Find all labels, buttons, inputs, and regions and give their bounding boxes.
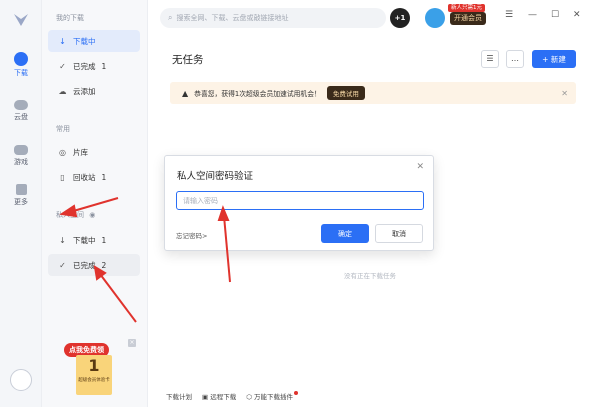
- sidebar-item-completed[interactable]: ✓ 已完成 1: [48, 55, 140, 77]
- search-icon: ⌕: [168, 13, 173, 22]
- section-my-downloads: 我的下载: [56, 14, 84, 22]
- promo-banner: ▲ 恭喜您，获得1次超级会员加速试用机会！ 免费试用 ✕: [170, 82, 576, 104]
- remote-download-link[interactable]: ▣ 远程下载: [202, 391, 236, 401]
- gamepad-icon: [14, 145, 28, 155]
- switch-mode-button[interactable]: [10, 369, 32, 391]
- empty-state-text: 没有正在下载任务: [344, 272, 396, 280]
- sidebar-item-label: 回收站: [73, 172, 96, 182]
- sidebar-item-private-downloading[interactable]: ↓ 下载中 1: [48, 229, 140, 251]
- confirm-button[interactable]: 确定: [321, 224, 369, 243]
- avatar[interactable]: [425, 8, 445, 28]
- more-button[interactable]: …: [506, 50, 524, 68]
- notification-dot: [293, 391, 298, 395]
- rail-item-label: 下载: [14, 69, 28, 77]
- password-dialog: 私人空间密码验证 ✕ 忘记密码> 确定 取消: [164, 155, 434, 251]
- new-task-button[interactable]: + 新建: [532, 50, 576, 68]
- download-plan-link[interactable]: 下载计划: [166, 391, 192, 401]
- search-bar[interactable]: ⌕ 搜索全网、下载、云盘或敲链接地址: [160, 8, 386, 28]
- section-private: 私人空间 ◉: [56, 210, 95, 220]
- download-icon: [14, 52, 28, 66]
- plus-one-badge[interactable]: +1: [390, 8, 410, 28]
- sidebar-item-recycle[interactable]: ▯ 回收站 1: [48, 166, 140, 188]
- sidebar-item-label: 片库: [73, 147, 88, 157]
- promo-number: 1: [88, 356, 100, 375]
- sidebar: 我的下载 ↓ 下载中 ✓ 已完成 1 ☁ 云添加 常用 ◎ 片库 ▯ 回收站 1…: [42, 0, 148, 407]
- sidebar-item-label: 已完成: [73, 260, 96, 270]
- close-icon[interactable]: ×: [128, 339, 136, 347]
- section-private-label: 私人空间: [56, 211, 84, 219]
- promo-unit: 超级会员体验卡: [78, 378, 110, 383]
- app-logo-icon: [14, 14, 28, 26]
- rocket-icon: ▲: [182, 88, 189, 98]
- close-icon[interactable]: ✕: [573, 10, 581, 20]
- free-trial-button[interactable]: 免费试用: [326, 86, 365, 100]
- cancel-button[interactable]: 取消: [375, 224, 423, 243]
- count-badge: 1: [101, 235, 107, 245]
- minimize-icon[interactable]: —: [528, 10, 537, 20]
- sidebar-item-label: 云添加: [73, 86, 96, 96]
- sort-button[interactable]: ☰: [481, 50, 499, 68]
- page-title: 无任务: [172, 54, 204, 66]
- plugin-label: 万能下载插件: [253, 393, 293, 401]
- remote-icon: ▣: [202, 393, 211, 401]
- maximize-icon[interactable]: ☐: [551, 10, 559, 20]
- trash-icon: ▯: [60, 172, 65, 182]
- vip-promo-tag: 新人只需1元: [448, 4, 485, 12]
- rail-item-cloud[interactable]: 云盘: [0, 98, 42, 122]
- promo-widget[interactable]: × 点我免费领 1 超级会员体验卡: [62, 337, 136, 399]
- count-badge: 2: [101, 260, 107, 270]
- search-placeholder: 搜索全网、下载、云盘或敲链接地址: [176, 14, 289, 22]
- sidebar-item-downloading[interactable]: ↓ 下载中: [48, 30, 140, 52]
- banner-text: 恭喜您，获得1次超级会员加速试用机会！: [194, 90, 321, 98]
- forgot-password-link[interactable]: 忘记密码>: [176, 230, 207, 240]
- sidebar-item-library[interactable]: ◎ 片库: [48, 141, 140, 163]
- cloud-upload-icon: ☁: [58, 86, 67, 96]
- check-circle-icon: ✓: [59, 61, 66, 71]
- rail-item-label: 云盘: [14, 113, 28, 121]
- cloud-icon: [14, 100, 28, 110]
- lock-check-icon: ✓: [59, 260, 66, 270]
- left-rail: 下载 云盘 游戏 更多: [0, 0, 42, 407]
- sidebar-item-label: 已完成: [73, 61, 96, 71]
- rail-item-game[interactable]: 游戏: [0, 143, 42, 167]
- count-badge: 1: [101, 61, 107, 71]
- film-icon: ◎: [59, 147, 66, 157]
- close-icon[interactable]: ✕: [561, 89, 568, 98]
- rail-item-label: 游戏: [14, 158, 28, 166]
- menu-icon[interactable]: ☰: [505, 10, 513, 20]
- sidebar-item-label: 下载中: [73, 235, 96, 245]
- plugin-icon: ⬡: [246, 393, 254, 401]
- lock-download-icon: ↓: [59, 235, 66, 245]
- footer-bar: 下载计划 ▣ 远程下载 ⬡ 万能下载插件: [166, 391, 298, 401]
- password-input[interactable]: [176, 191, 424, 210]
- section-common: 常用: [56, 125, 70, 133]
- plugin-link[interactable]: ⬡ 万能下载插件: [246, 391, 298, 401]
- sidebar-item-label: 下载中: [73, 36, 96, 46]
- apps-icon: [15, 184, 27, 195]
- rail-item-download[interactable]: 下载: [0, 52, 42, 78]
- count-badge: 1: [101, 172, 107, 182]
- rail-item-label: 更多: [14, 198, 28, 206]
- sidebar-item-cloud-add[interactable]: ☁ 云添加: [48, 80, 140, 102]
- vip-button[interactable]: 开通会员: [450, 12, 486, 25]
- download-icon: ↓: [59, 36, 66, 46]
- vip-card: 1 超级会员体验卡: [76, 355, 112, 395]
- eye-icon[interactable]: ◉: [89, 211, 95, 219]
- remote-label: 远程下载: [210, 393, 237, 401]
- dialog-title: 私人空间密码验证: [177, 171, 254, 182]
- close-icon[interactable]: ✕: [416, 162, 424, 172]
- rail-item-more[interactable]: 更多: [0, 184, 42, 207]
- sidebar-item-private-completed[interactable]: ✓ 已完成 2: [48, 254, 140, 276]
